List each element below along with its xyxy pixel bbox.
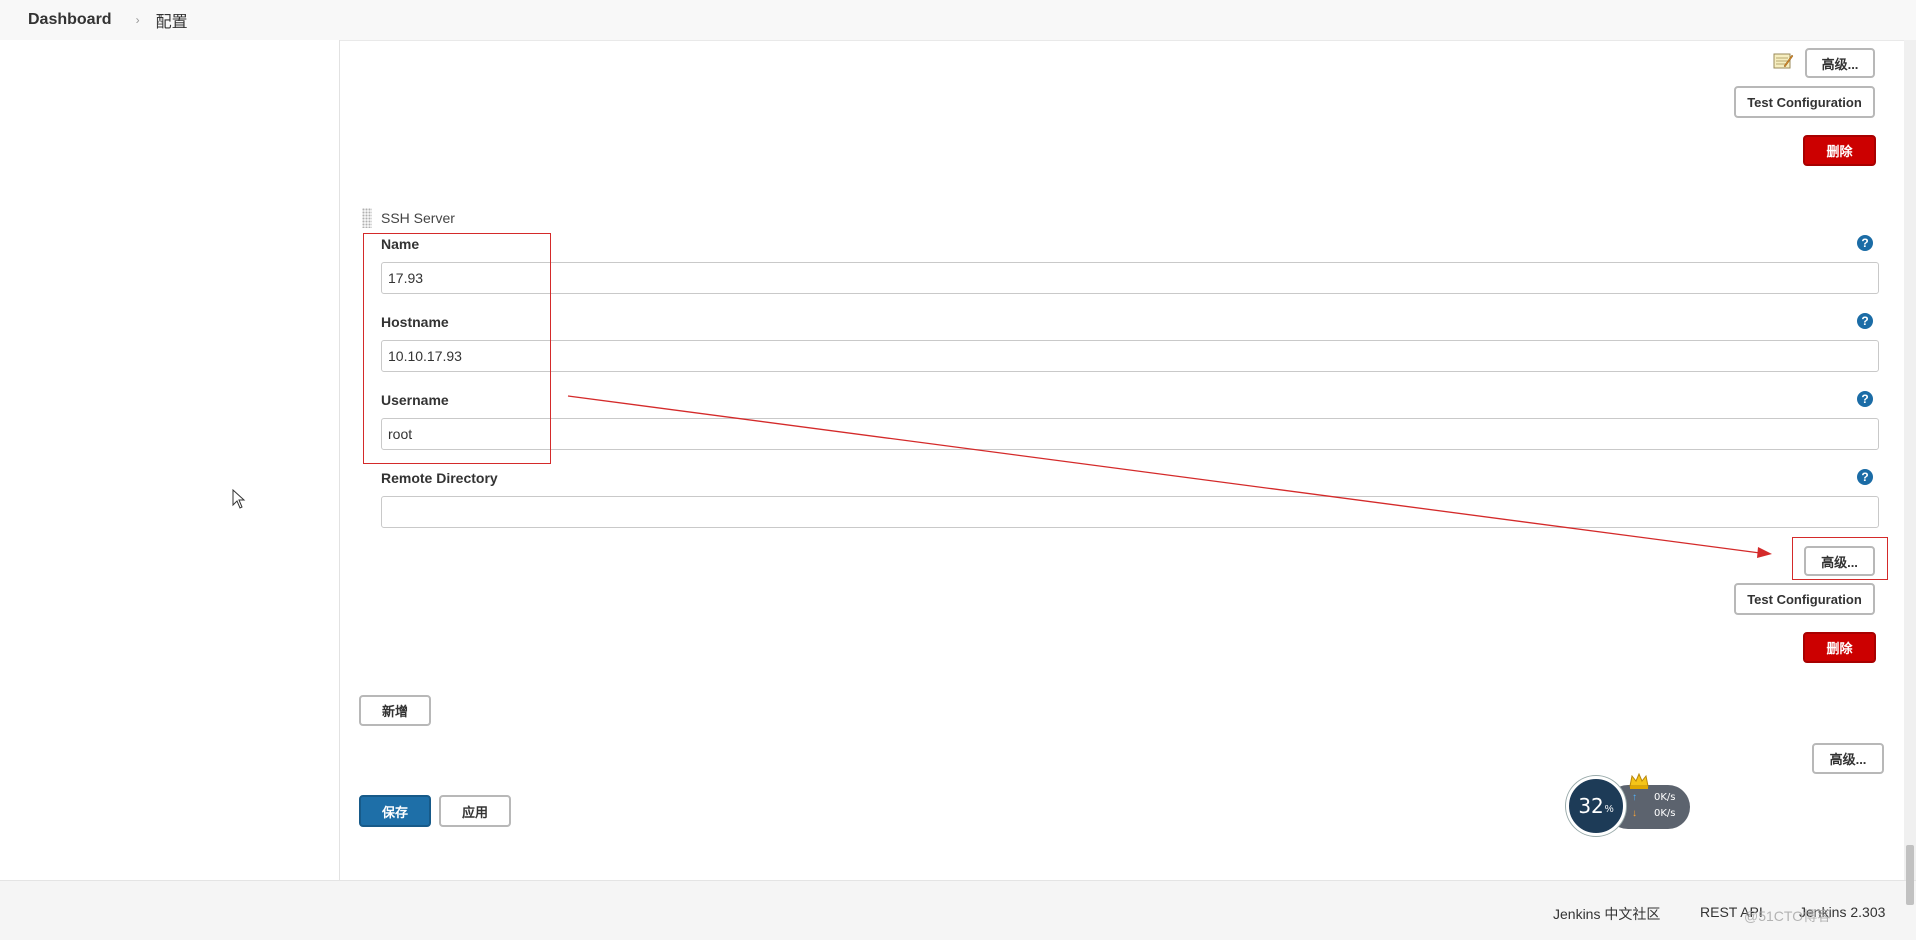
usage-percent: 32: [1578, 794, 1604, 818]
upload-arrow-icon: ↑: [1632, 792, 1637, 803]
usage-percent-sign: %: [1604, 803, 1614, 815]
page-scrollbar[interactable]: [1904, 40, 1916, 880]
download-arrow-icon: ↓: [1632, 808, 1637, 819]
network-speed-widget[interactable]: 32 % ↑ 0K/s ↓ 0K/s: [1566, 772, 1690, 840]
apply-button[interactable]: 应用: [439, 795, 511, 827]
add-server-button[interactable]: 新增: [359, 695, 431, 726]
usage-gauge: 32 %: [1566, 776, 1626, 836]
download-speed: 0K/s: [1654, 808, 1676, 819]
watermark-text: @51CTO博客: [1744, 908, 1832, 924]
footer-community-link[interactable]: Jenkins 中文社区: [1553, 904, 1660, 924]
scrollbar-thumb[interactable]: [1906, 845, 1914, 905]
save-button[interactable]: 保存: [359, 795, 431, 827]
crown-icon: [1629, 772, 1649, 789]
upload-speed: 0K/s: [1654, 792, 1676, 803]
global-advanced-button[interactable]: 高级...: [1812, 743, 1884, 774]
